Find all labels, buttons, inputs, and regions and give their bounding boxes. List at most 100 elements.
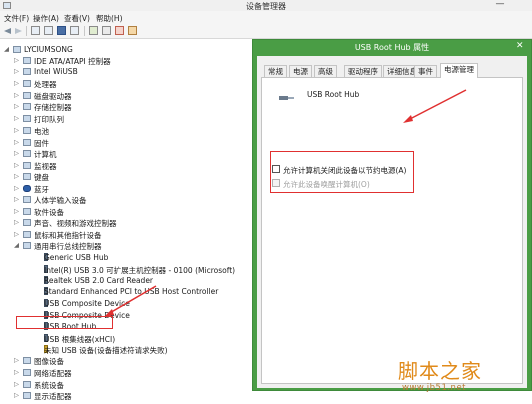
toolbar xyxy=(0,23,532,39)
expand-icon[interactable]: ▷ xyxy=(14,113,22,123)
back-icon[interactable] xyxy=(3,27,12,35)
tree-device-label: Intel(R) USB 3.0 可扩展主机控制器 - 0100 (Micros… xyxy=(44,266,236,275)
update-icon[interactable] xyxy=(44,26,53,35)
computer-icon xyxy=(23,150,31,157)
expand-icon[interactable]: ▷ xyxy=(14,101,22,111)
system-icon xyxy=(23,381,31,388)
tree-device-label: Generic USB Hub xyxy=(44,253,109,262)
collapse-icon[interactable]: ◢ xyxy=(14,240,22,250)
tree-category-label: 声音、视频和游戏控制器 xyxy=(34,219,117,228)
expand-icon[interactable]: ▷ xyxy=(14,171,22,181)
expand-icon[interactable]: ▷ xyxy=(14,148,22,158)
expand-icon[interactable]: ▷ xyxy=(14,55,22,65)
tree-category-label: 电池 xyxy=(34,127,49,136)
tree-category-label: 图像设备 xyxy=(34,357,64,366)
expand-icon[interactable]: ▷ xyxy=(14,137,22,147)
tree-category-label: 显示适配器 xyxy=(34,392,72,401)
expand-icon[interactable]: ▷ xyxy=(14,217,22,227)
expand-icon[interactable]: ▷ xyxy=(14,379,22,389)
tab-general[interactable]: 常规 xyxy=(264,65,287,77)
expand-icon[interactable]: ▷ xyxy=(14,229,22,239)
toolbar-separator xyxy=(26,26,27,36)
expand-icon[interactable]: ▷ xyxy=(14,367,22,377)
watermark-url: www.jb51.net xyxy=(402,383,467,393)
minimize-button[interactable]: — xyxy=(489,0,511,11)
scan-icon[interactable] xyxy=(89,26,98,35)
network-adapter-icon xyxy=(23,369,31,376)
annotation-arrow xyxy=(403,89,467,123)
tree-category-label: Intel WiUSB xyxy=(34,67,78,76)
expand-icon[interactable]: ▷ xyxy=(14,66,22,76)
tree-device-label: USB 根集线器(xHCI) xyxy=(44,335,116,344)
driver-icon[interactable] xyxy=(102,26,111,35)
tree-category-label: 磁盘驱动器 xyxy=(34,92,72,101)
tree-category-label: 监视器 xyxy=(34,162,57,171)
tree-category-label: 系统设备 xyxy=(34,381,64,390)
collapse-icon[interactable]: ◢ xyxy=(4,44,12,54)
device-tree: ◢ LYCIUMSONG ▷ IDE ATA/ATAPI 控制器 ▷ Intel… xyxy=(0,40,250,404)
properties-dialog: USB Root Hub 属性 ✕ 常规 电源 高级 驱动程序 详细信息 事件 … xyxy=(252,39,532,391)
power-management-panel: USB Root Hub 允许计算机关闭此设备以节约电源(A) 允许此设备唤醒计… xyxy=(261,77,523,384)
annotation-highlight-box xyxy=(270,151,414,193)
firmware-icon xyxy=(23,139,31,146)
expand-icon[interactable]: ▷ xyxy=(14,90,22,100)
software-icon xyxy=(23,208,31,215)
expand-icon[interactable]: ▷ xyxy=(14,160,22,170)
tab-driver[interactable]: 驱动程序 xyxy=(344,65,382,77)
window-titlebar: 设备管理器 — xyxy=(0,0,532,11)
usb-controller-icon xyxy=(23,242,31,249)
hid-icon xyxy=(23,196,31,203)
printer-icon xyxy=(23,115,31,122)
monitor-icon xyxy=(23,162,31,169)
bluetooth-icon xyxy=(23,185,31,192)
toolbar-separator xyxy=(84,26,85,36)
display-adapter-icon xyxy=(23,392,31,399)
battery-icon xyxy=(23,127,31,134)
tree-category-label: 蓝牙 xyxy=(34,185,49,194)
tree-root-label: LYCIUMSONG xyxy=(24,45,73,54)
processor-icon xyxy=(23,80,31,87)
uninstall-icon[interactable] xyxy=(128,26,137,35)
expand-icon[interactable]: ▷ xyxy=(14,206,22,216)
tree-category-label: 打印队列 xyxy=(34,115,64,124)
forward-icon[interactable] xyxy=(14,27,23,35)
expand-icon[interactable]: ▷ xyxy=(14,183,22,193)
expand-icon[interactable]: ▷ xyxy=(14,390,22,400)
tree-device-label: 未知 USB 设备(设备描述符请求失败) xyxy=(44,346,168,355)
usb-device-icon xyxy=(279,96,294,100)
computer-icon xyxy=(13,46,21,53)
camera-icon xyxy=(23,357,31,364)
tree-category-label: 通用串行总线控制器 xyxy=(34,242,102,251)
tab-advanced[interactable]: 高级 xyxy=(314,65,337,77)
monitor-icon[interactable] xyxy=(70,26,79,35)
tree-category-label: 键盘 xyxy=(34,173,49,182)
expand-icon[interactable]: ▷ xyxy=(14,125,22,135)
device-name: USB Root Hub xyxy=(307,90,360,99)
tree-category-label: IDE ATA/ATAPI 控制器 xyxy=(34,57,111,66)
tree-category-label: 鼠标和其他指针设备 xyxy=(34,231,102,240)
expand-icon[interactable]: ▷ xyxy=(14,78,22,88)
tab-power[interactable]: 电源 xyxy=(289,65,312,77)
close-button[interactable]: ✕ xyxy=(516,41,524,51)
help-icon[interactable] xyxy=(57,26,66,35)
dialog-body: 常规 电源 高级 驱动程序 详细信息 事件 USB Root Hub 允许计算机… xyxy=(257,56,527,388)
expand-icon[interactable]: ▷ xyxy=(14,194,22,204)
properties-icon[interactable] xyxy=(31,26,40,35)
tab-events[interactable]: 事件 xyxy=(414,65,437,77)
watermark-logo: 脚本之家 xyxy=(398,359,482,383)
tree-category-label: 网络适配器 xyxy=(34,369,72,378)
tree-category-label: 人体学输入设备 xyxy=(34,196,87,205)
tab-power-management[interactable]: 电源管理 xyxy=(440,63,478,78)
storage-icon xyxy=(23,103,31,110)
expand-icon[interactable]: ▷ xyxy=(14,355,22,365)
menu-bar: 文件(F) 操作(A) 查看(V) 帮助(H) xyxy=(0,11,532,23)
sound-icon xyxy=(23,219,31,226)
tree-category-label: 存储控制器 xyxy=(34,103,72,112)
keyboard-icon xyxy=(23,173,31,180)
disable-icon[interactable] xyxy=(115,26,124,35)
dialog-title: USB Root Hub 属性 xyxy=(354,43,430,52)
tree-category-label: 处理器 xyxy=(34,80,57,89)
annotation-highlight-box xyxy=(16,316,113,329)
tree-category-label: 固件 xyxy=(34,139,49,148)
annotation-arrow xyxy=(104,285,157,317)
